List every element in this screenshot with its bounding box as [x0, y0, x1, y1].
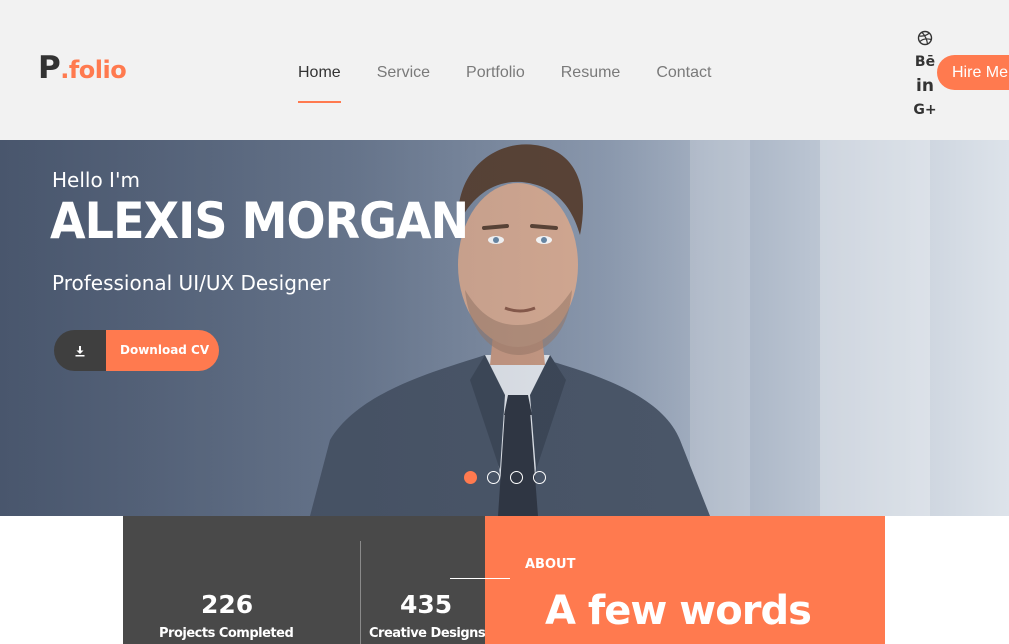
logo[interactable]: P.folio	[38, 50, 127, 86]
slide-dot-4[interactable]	[533, 471, 546, 484]
dribbble-icon[interactable]	[917, 26, 933, 50]
about-label: ABOUT	[525, 557, 576, 572]
slide-dot-1[interactable]	[464, 471, 477, 484]
download-cv-button[interactable]: Download CV	[54, 330, 219, 371]
stats-panel: 226 Projects Completed 435 Creative Desi…	[123, 516, 486, 644]
behance-icon[interactable]: Bē	[915, 50, 935, 74]
logo-main: P	[38, 50, 61, 86]
main-nav: Home Service Portfolio Resume Contact	[298, 64, 747, 103]
slide-dot-2[interactable]	[487, 471, 500, 484]
linkedin-icon[interactable]: in	[916, 74, 934, 98]
stat-designs-value: 435	[400, 590, 453, 619]
hire-me-button[interactable]: Hire Me	[937, 55, 1009, 90]
google-plus-icon[interactable]: G+	[913, 98, 936, 122]
nav-service[interactable]: Service	[377, 64, 430, 82]
slide-dot-3[interactable]	[510, 471, 523, 484]
download-cv-label: Download CV	[106, 330, 219, 371]
slider-dots	[464, 471, 556, 484]
social-links: Bē in G+	[913, 26, 937, 122]
about-title: A few words	[545, 588, 812, 634]
nav-resume[interactable]: Resume	[561, 64, 621, 82]
site-header: P.folio Home Service Portfolio Resume Co…	[0, 0, 1009, 140]
stat-projects-value: 226	[201, 590, 254, 619]
about-line	[450, 578, 510, 579]
stat-designs-label: Creative Designs	[369, 626, 486, 641]
logo-accent: .folio	[60, 56, 127, 84]
download-icon	[54, 330, 106, 371]
stats-divider	[360, 541, 361, 644]
nav-contact[interactable]: Contact	[656, 64, 711, 82]
hero-name: ALEXIS MORGAN	[50, 192, 469, 250]
nav-home[interactable]: Home	[298, 64, 341, 103]
hero-greeting: Hello I'm	[52, 168, 140, 192]
hero-role: Professional UI/UX Designer	[52, 271, 331, 295]
stat-projects-label: Projects Completed	[159, 626, 294, 641]
nav-portfolio[interactable]: Portfolio	[466, 64, 525, 82]
